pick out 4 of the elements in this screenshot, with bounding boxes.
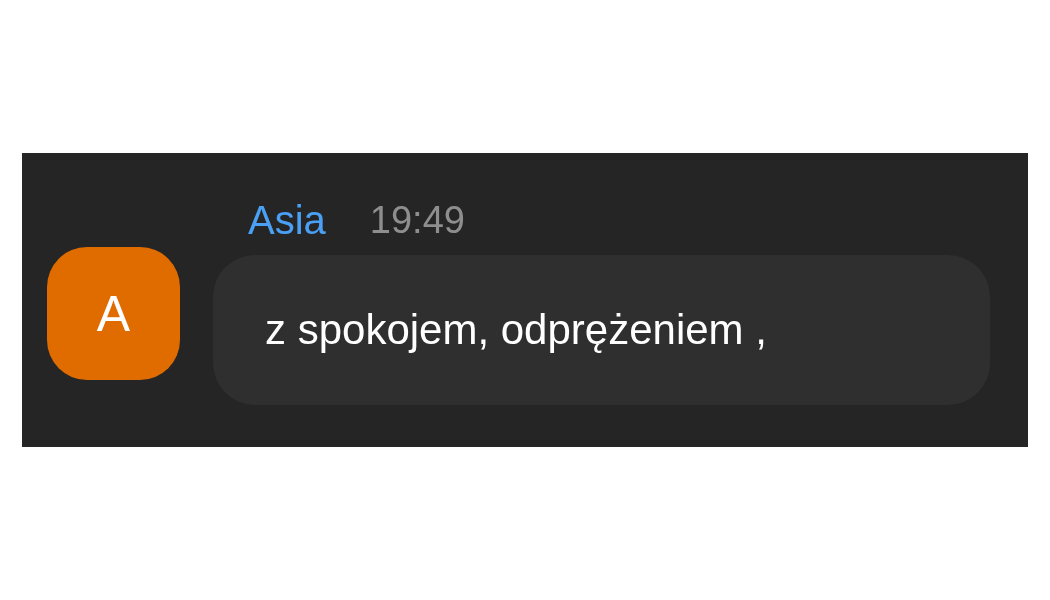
sender-name: Asia — [248, 197, 326, 243]
message-text: z spokojem, odprężeniem , — [265, 306, 767, 354]
avatar: A — [47, 247, 180, 380]
message-time: 19:49 — [369, 198, 465, 242]
